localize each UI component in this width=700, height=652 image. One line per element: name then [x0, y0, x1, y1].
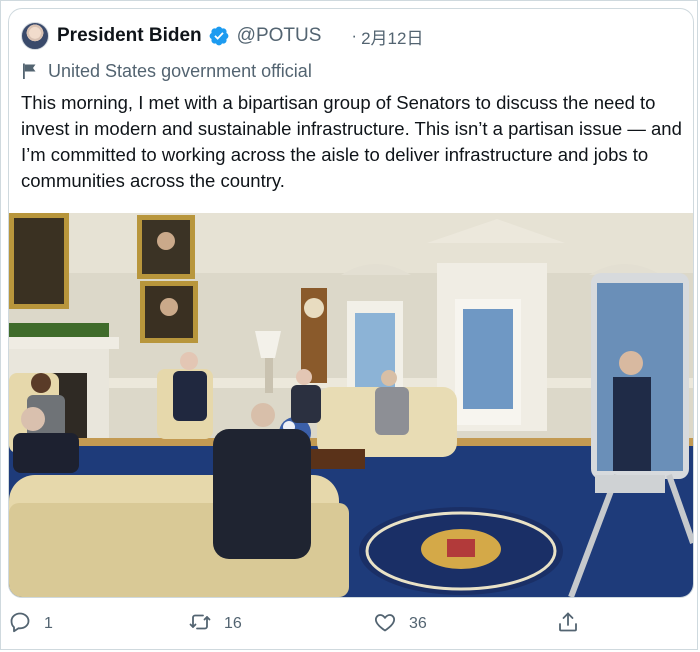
share-button[interactable]	[556, 609, 580, 639]
reply-icon	[8, 610, 32, 639]
separator: ·	[351, 26, 358, 45]
like-button[interactable]: 36	[373, 609, 427, 639]
retweet-button[interactable]: 16	[188, 609, 242, 639]
handle[interactable]: @POTUS	[237, 25, 322, 47]
timestamp[interactable]: 2月12日	[361, 24, 423, 49]
display-name[interactable]: President Biden	[57, 25, 202, 47]
reply-count: 1	[44, 615, 53, 632]
tweet-photo[interactable]	[9, 213, 693, 597]
tweet-text: This morning, I met with a bipartisan gr…	[21, 92, 682, 191]
heart-icon	[373, 610, 397, 639]
reply-button[interactable]: 1	[8, 609, 53, 639]
share-icon	[556, 610, 580, 639]
retweet-count: 16	[224, 615, 242, 632]
tweet-header: President Biden @POTUS · 2月12日	[21, 19, 423, 53]
like-count: 36	[409, 615, 427, 632]
account-label-text: United States government official	[48, 60, 312, 81]
tweet-card[interactable]: President Biden @POTUS · 2月12日 United St…	[8, 8, 694, 598]
tweet-actions: 1 16 36	[1, 609, 699, 639]
retweet-icon	[188, 610, 212, 639]
flag-icon	[21, 62, 39, 80]
account-label[interactable]: United States government official	[21, 59, 312, 83]
verified-badge-icon	[208, 25, 230, 47]
tweet[interactable]: President Biden @POTUS · 2月12日 United St…	[0, 0, 698, 650]
avatar[interactable]	[21, 22, 49, 50]
